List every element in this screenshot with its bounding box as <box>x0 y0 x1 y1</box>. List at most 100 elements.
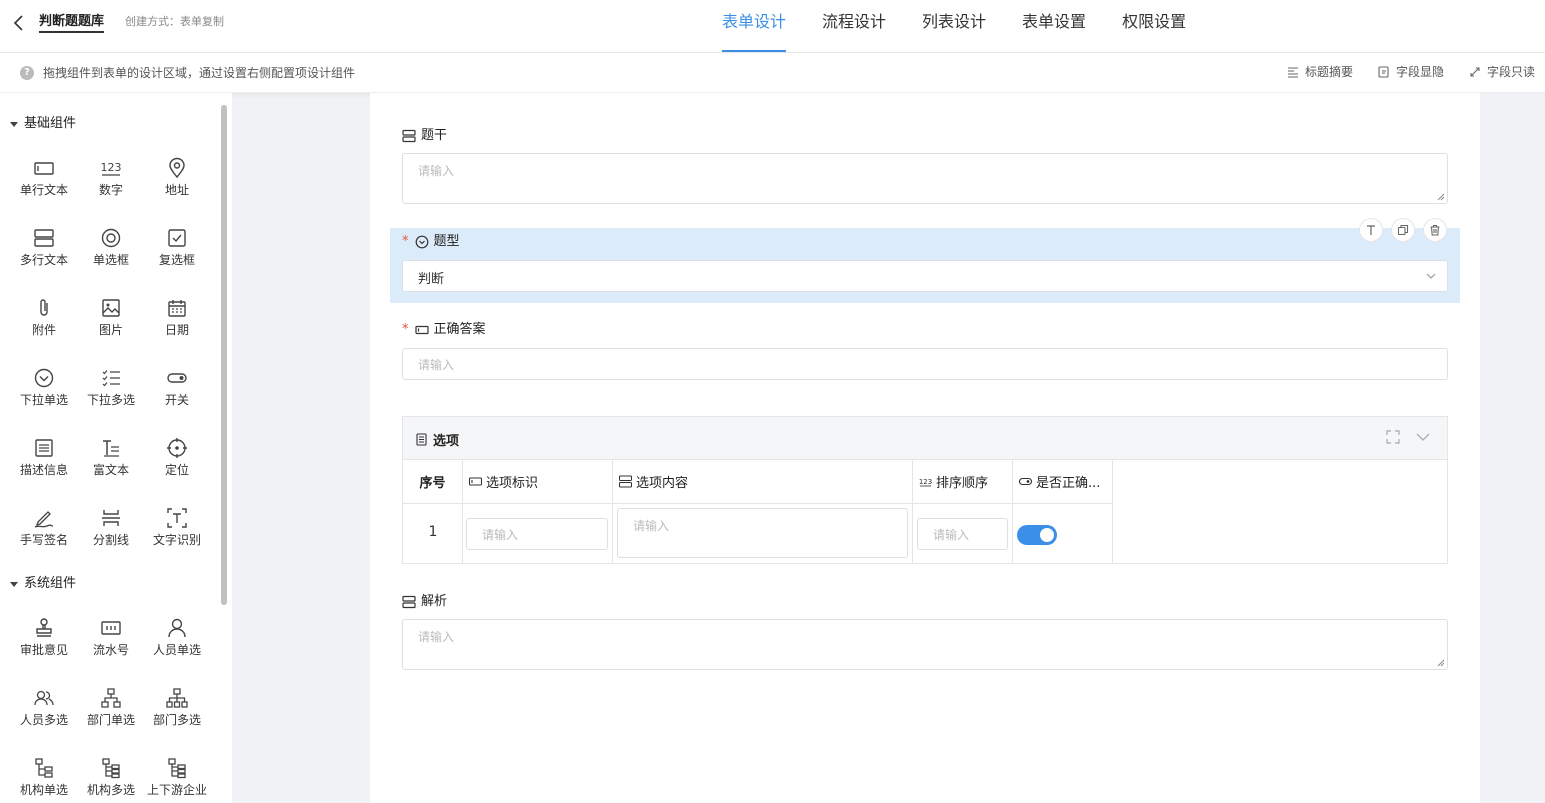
comp-checkbox[interactable]: 复选框 <box>144 227 210 283</box>
order-input[interactable]: 请输入 <box>917 518 1008 550</box>
comp-user-single[interactable]: 人员单选 <box>144 617 210 673</box>
delete-field-button[interactable] <box>1423 218 1447 242</box>
content-textarea[interactable]: 请输入 <box>617 508 908 558</box>
dropdown-icon <box>34 368 54 388</box>
analysis-label: 解析 <box>402 594 447 610</box>
comp-ocr[interactable]: 文字识别 <box>144 507 210 563</box>
design-tabs: 表单设计 流程设计 列表设计 表单设置 权限设置 <box>704 0 1204 53</box>
title-summary-button[interactable]: 标题摘要 <box>1286 63 1353 81</box>
field-readonly-button[interactable]: 字段只读 <box>1468 63 1535 81</box>
comp-radio[interactable]: 单选框 <box>78 227 144 283</box>
answer-label: * 正确答案 <box>402 322 486 338</box>
comp-signature[interactable]: 手写签名 <box>11 507 77 563</box>
comp-label: 地址 <box>164 183 189 197</box>
stem-label: 题干 <box>402 128 447 144</box>
hint-text: 拖拽组件到表单的设计区域，通过设置右侧配置项设计组件 <box>43 66 356 80</box>
resize-handle-icon[interactable] <box>1437 659 1445 667</box>
tab-form-settings[interactable]: 表单设置 <box>1004 0 1104 53</box>
col-header-text: 是否正确... <box>1036 476 1101 491</box>
comp-date[interactable]: 日期 <box>144 297 210 353</box>
comp-org-multi[interactable]: 机构多选 <box>78 757 144 803</box>
analysis-textarea[interactable]: 请输入 <box>402 619 1448 670</box>
group-system[interactable]: 系统组件 <box>10 575 76 593</box>
comp-label: 定位 <box>164 463 189 477</box>
crosshair-icon <box>167 438 187 458</box>
mark-input[interactable]: 请输入 <box>466 518 608 550</box>
resize-handle-icon[interactable] <box>1437 193 1445 201</box>
type-label-text: 题型 <box>433 234 460 249</box>
app-title[interactable]: 判断题题库 <box>39 14 105 33</box>
field-visibility-label: 字段显隐 <box>1395 65 1444 79</box>
comp-label: 单选框 <box>92 253 129 267</box>
comp-description[interactable]: 描述信息 <box>11 437 77 493</box>
comp-number[interactable]: 123 数字 <box>78 157 144 213</box>
comp-label: 复选框 <box>158 253 195 267</box>
correct-toggle[interactable] <box>1017 525 1057 545</box>
stem-label-text: 题干 <box>421 128 448 143</box>
tab-form-design[interactable]: 表单设计 <box>704 0 804 53</box>
comp-label: 文字识别 <box>152 533 201 547</box>
back-arrow-icon[interactable] <box>10 13 28 33</box>
comp-label: 富文本 <box>92 463 129 477</box>
comp-dropdown-single[interactable]: 下拉单选 <box>11 367 77 423</box>
group-basic[interactable]: 基础组件 <box>10 115 76 133</box>
comp-attachment[interactable]: 附件 <box>11 297 77 353</box>
comp-rich-text[interactable]: 富文本 <box>78 437 144 493</box>
title-summary-icon <box>1287 67 1298 78</box>
comp-label: 机构单选 <box>19 783 68 797</box>
comp-label: 图片 <box>98 323 123 337</box>
fullscreen-icon[interactable] <box>1385 429 1401 445</box>
location-pin-icon <box>169 157 185 179</box>
comp-positioning[interactable]: 定位 <box>144 437 210 493</box>
stem-textarea[interactable]: 请输入 <box>402 153 1448 204</box>
comp-divider[interactable]: 分割线 <box>78 507 144 563</box>
comp-single-line-text[interactable]: 单行文本 <box>11 157 77 213</box>
comp-label: 下拉单选 <box>19 393 68 407</box>
comp-serial-number[interactable]: 流水号 <box>78 617 144 673</box>
comp-multi-line-text[interactable]: 多行文本 <box>11 227 77 283</box>
comp-label: 人员多选 <box>19 713 68 727</box>
tab-permission-settings[interactable]: 权限设置 <box>1104 0 1204 53</box>
comp-upstream-downstream[interactable]: 上下游企业 <box>144 757 210 803</box>
dropdown-icon <box>415 235 428 249</box>
mark-placeholder: 请输入 <box>482 528 519 542</box>
comp-dept-single[interactable]: 部门单选 <box>78 687 144 743</box>
chevron-down-icon[interactable] <box>1415 429 1431 445</box>
description-icon <box>35 439 53 457</box>
comp-label: 单行文本 <box>19 183 68 197</box>
comp-dept-multi[interactable]: 部门多选 <box>144 687 210 743</box>
comp-dropdown-multi[interactable]: 下拉多选 <box>78 367 144 423</box>
stem-placeholder: 请输入 <box>418 164 455 178</box>
comp-address[interactable]: 地址 <box>144 157 210 213</box>
copy-field-button[interactable] <box>1391 218 1415 242</box>
comp-user-multi[interactable]: 人员多选 <box>11 687 77 743</box>
org-chart-multi-icon <box>166 688 188 708</box>
copy-icon <box>1397 224 1409 236</box>
rich-text-icon <box>103 440 119 457</box>
comp-label: 部门单选 <box>86 713 135 727</box>
image-icon <box>102 299 120 317</box>
comp-switch[interactable]: 开关 <box>144 367 210 423</box>
tab-list-design[interactable]: 列表设计 <box>904 0 1004 53</box>
stamp-icon <box>36 618 52 637</box>
hint-bar: ? 拖拽组件到表单的设计区域，通过设置右侧配置项设计组件 标题摘要 字段显隐 字… <box>0 53 1545 93</box>
tab-flow-design[interactable]: 流程设计 <box>804 0 904 53</box>
table-row-index-cell: 1 <box>403 504 463 564</box>
answer-input[interactable]: 请输入 <box>402 348 1448 380</box>
analysis-placeholder: 请输入 <box>418 630 455 644</box>
field-title-button[interactable] <box>1359 218 1383 242</box>
creation-method: 创建方式：表单复制 <box>125 15 224 28</box>
subtable-header: 选项 <box>403 417 1447 460</box>
calendar-icon <box>168 300 186 317</box>
hint-actions: 标题摘要 字段显隐 字段只读 <box>1286 63 1535 81</box>
field-visibility-button[interactable]: 字段显隐 <box>1377 63 1444 81</box>
table-row-order-cell: 请输入 <box>913 504 1013 564</box>
comp-image[interactable]: 图片 <box>78 297 144 353</box>
comp-org-single[interactable]: 机构单选 <box>11 757 77 803</box>
comp-approval-opinion[interactable]: 审批意见 <box>11 617 77 673</box>
top-header: 判断题题库 创建方式：表单复制 表单设计 流程设计 列表设计 表单设置 权限设置 <box>0 0 1545 53</box>
order-placeholder: 请输入 <box>933 528 970 542</box>
right-gutter <box>1480 93 1545 803</box>
sidebar-scrollbar[interactable] <box>221 105 227 605</box>
type-select[interactable]: 判断 <box>402 260 1448 292</box>
